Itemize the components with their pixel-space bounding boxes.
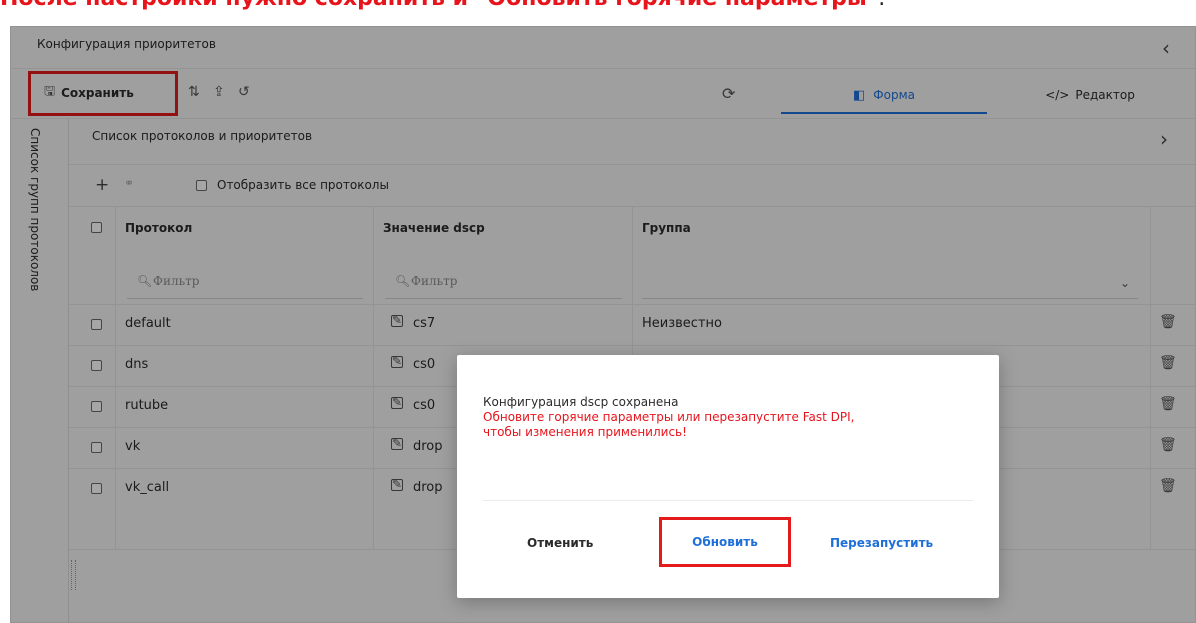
save-confirmation-dialog: Конфигурация dscp сохранена Обновите гор… bbox=[457, 355, 999, 598]
dialog-warning-line-1: Обновите горячие параметры или перезапус… bbox=[483, 410, 855, 424]
update-button[interactable]: Обновить bbox=[659, 517, 791, 567]
dialog-message: Конфигурация dscp сохранена bbox=[483, 395, 679, 409]
instruction-headline: После настройки нужно сохранить и "Обнов… bbox=[0, 0, 885, 12]
headline-tail: . bbox=[878, 0, 885, 11]
cancel-button[interactable]: Отменить bbox=[527, 536, 593, 550]
headline-text: После настройки нужно сохранить и "Обнов… bbox=[0, 0, 878, 11]
dialog-divider bbox=[483, 500, 973, 501]
dialog-warning-line-2: чтобы изменения применились! bbox=[483, 425, 687, 439]
restart-button[interactable]: Перезапустить bbox=[830, 536, 933, 550]
